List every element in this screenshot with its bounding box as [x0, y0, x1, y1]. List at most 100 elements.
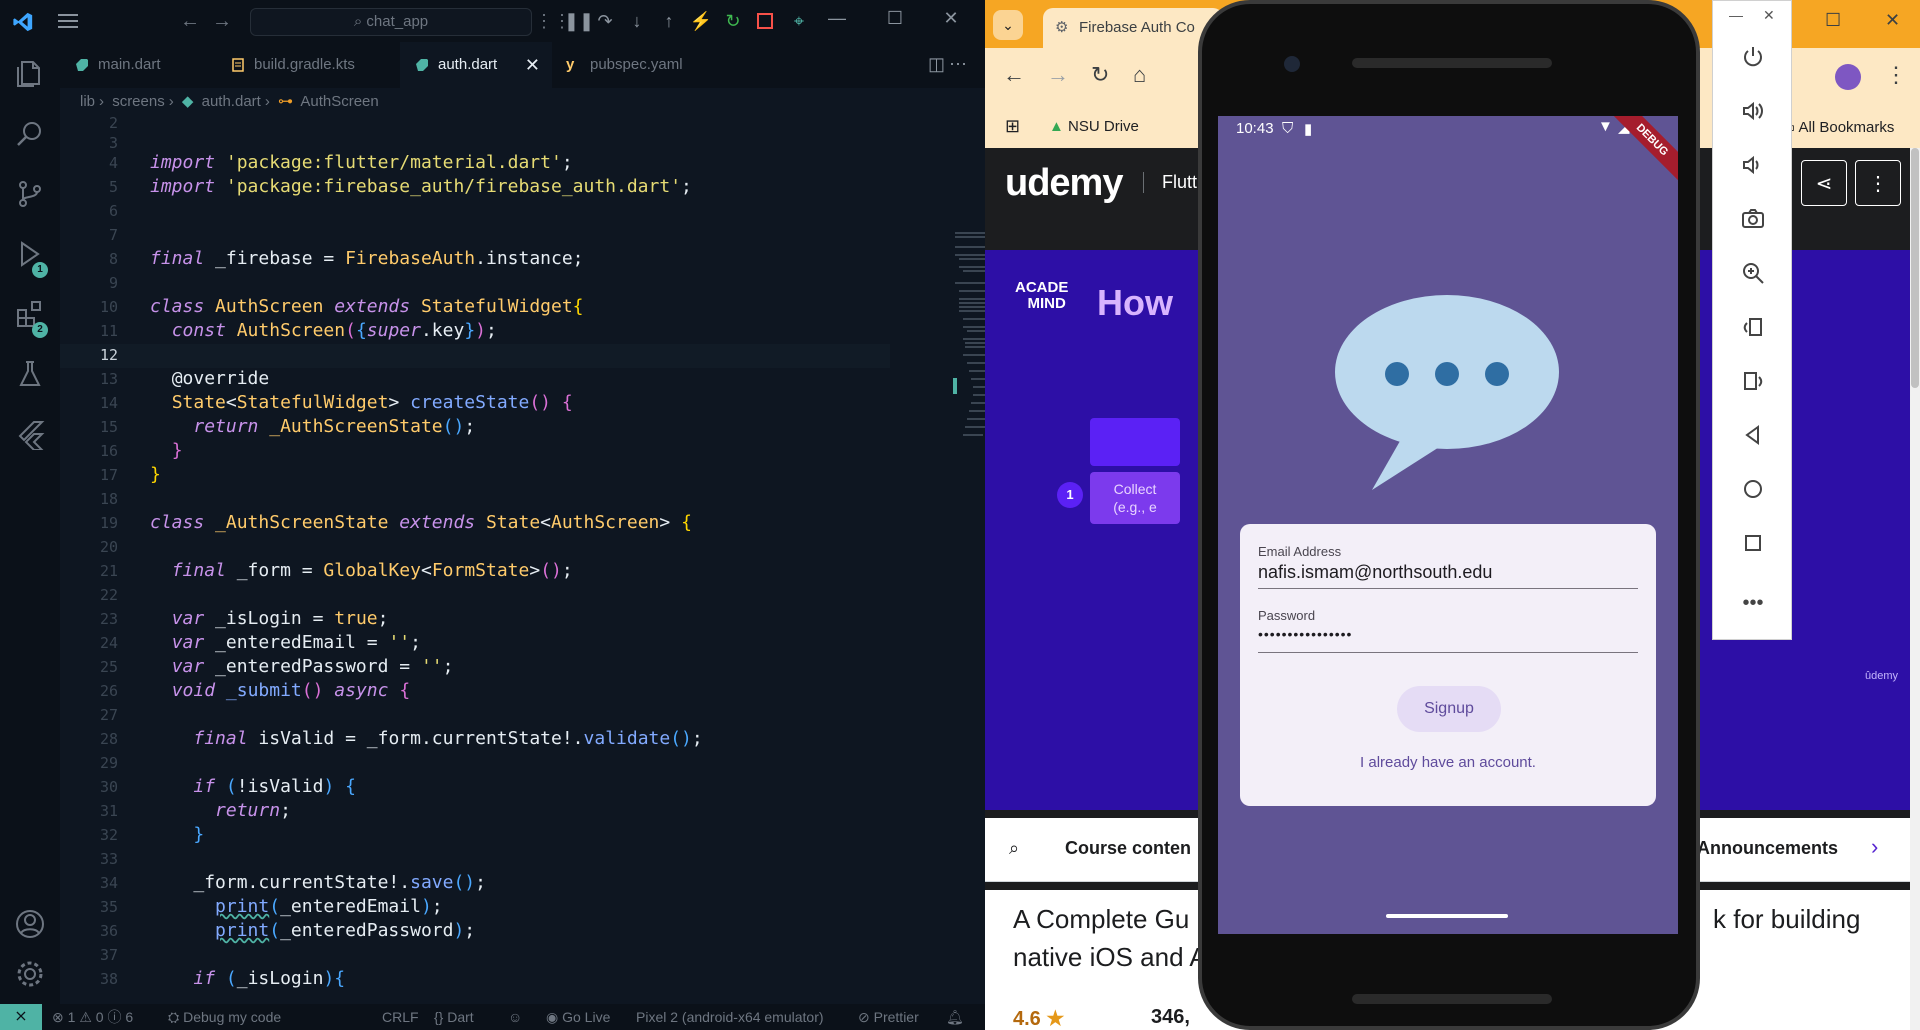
tab-auth-dart[interactable]: auth.dart ✕: [400, 42, 552, 88]
tab-main-dart[interactable]: main.dart: [60, 42, 216, 88]
browser-tab[interactable]: ⚙ Firebase Auth Co: [1043, 8, 1223, 48]
code-editor[interactable]: 2 3 4 import 'package:flutter/material.da…: [60, 112, 985, 1004]
browser-menu-icon[interactable]: ⋮: [1885, 62, 1907, 88]
breadcrumb-item[interactable]: lib: [80, 93, 95, 110]
overview-square-icon[interactable]: [1733, 525, 1773, 561]
chat-bubble-icon: [1335, 295, 1559, 490]
breadcrumb-item[interactable]: AuthScreen: [300, 93, 378, 110]
command-center-search[interactable]: ⌕ chat_app: [250, 8, 532, 36]
step-out-icon[interactable]: ↑: [658, 10, 680, 32]
hot-reload-icon[interactable]: ⚡: [690, 10, 712, 32]
email-field[interactable]: nafis.ismam@northsouth.edu: [1258, 562, 1492, 583]
udemy-watermark: ûdemy: [1865, 670, 1899, 682]
prettier-status[interactable]: ⊘ Prettier: [858, 1004, 919, 1030]
go-live-label: Go Live: [562, 1009, 611, 1025]
browser-maximize-icon[interactable]: ☐: [1825, 10, 1841, 31]
tab-search-dropdown-icon[interactable]: ⌄: [993, 10, 1023, 40]
device-status[interactable]: Pixel 2 (android-x64 emulator): [636, 1004, 824, 1030]
remote-indicator-icon[interactable]: ⨯: [0, 1004, 42, 1030]
email-field-label: Email Address: [1258, 544, 1342, 559]
share-icon[interactable]: ⋖: [1801, 160, 1847, 206]
more-options-icon[interactable]: •••: [1733, 585, 1773, 621]
switch-to-login-button[interactable]: I already have an account.: [1240, 754, 1656, 771]
restart-icon[interactable]: ↻: [722, 10, 744, 32]
udemy-logo[interactable]: udemy: [1005, 162, 1123, 205]
nav-back-icon[interactable]: ←: [180, 10, 200, 33]
password-field[interactable]: ••••••••••••••••: [1258, 626, 1352, 642]
rotate-right-icon[interactable]: [1733, 363, 1773, 399]
home-icon[interactable]: ⌂: [1133, 62, 1146, 88]
rotate-left-icon[interactable]: [1733, 309, 1773, 345]
drag-handle-icon[interactable]: ⋮⋮: [535, 10, 571, 32]
close-window-icon[interactable]: ✕: [936, 8, 966, 29]
browser-close-icon[interactable]: ✕: [1885, 10, 1900, 31]
line-number: 32: [99, 826, 118, 844]
apps-grid-icon[interactable]: ⊞: [1005, 116, 1020, 137]
language-status[interactable]: {} Dart: [434, 1004, 474, 1030]
line-number: 18: [99, 490, 118, 508]
eol-status[interactable]: CRLF: [382, 1004, 419, 1030]
error-icon: ⊗: [52, 1009, 64, 1025]
pause-icon[interactable]: ❚❚: [564, 10, 594, 32]
notifications-bell-icon[interactable]: 🔔︎: [946, 1004, 964, 1030]
breadcrumb-item[interactable]: screens: [112, 93, 165, 110]
dart-file-icon: ◆: [181, 93, 194, 110]
minimize-icon[interactable]: —: [822, 8, 852, 29]
phone-screen[interactable]: 10:43 ⛉ ▮ ▼ ◢ ▮ DEBUG Email Address nafi…: [1218, 116, 1678, 934]
zoom-icon[interactable]: [1733, 255, 1773, 291]
emulator-minimize-icon[interactable]: —: [1729, 7, 1743, 23]
testing-flask-icon[interactable]: [14, 358, 46, 390]
hamburger-menu-icon[interactable]: [58, 12, 78, 30]
stop-icon[interactable]: [754, 10, 776, 32]
screenshot-camera-icon[interactable]: [1733, 201, 1773, 237]
emulator-close-icon[interactable]: ✕: [1763, 7, 1775, 24]
breadcrumb-item[interactable]: auth.dart: [202, 93, 261, 110]
signup-button[interactable]: Signup: [1397, 686, 1501, 732]
more-options-icon[interactable]: ⋮: [1855, 160, 1901, 206]
tab-build-gradle[interactable]: build.gradle.kts: [216, 42, 400, 88]
scrollbar-thumb[interactable]: [1911, 148, 1919, 388]
flutter-icon[interactable]: [14, 418, 46, 450]
minimap[interactable]: [953, 228, 985, 528]
forward-icon[interactable]: →: [1047, 62, 1069, 88]
gesture-home-bar[interactable]: [1386, 914, 1508, 918]
page-scrollbar[interactable]: [1910, 148, 1920, 1030]
copilot-icon[interactable]: ☺: [508, 1004, 522, 1030]
line-number: 38: [99, 970, 118, 988]
profile-avatar[interactable]: [1835, 64, 1861, 90]
power-icon[interactable]: [1733, 39, 1773, 75]
line-number: 29: [99, 754, 118, 772]
tab-course-content[interactable]: Course conten: [1065, 838, 1191, 859]
source-control-icon[interactable]: [14, 178, 46, 210]
back-icon[interactable]: ←: [1003, 62, 1025, 88]
reload-icon[interactable]: ↻: [1091, 62, 1109, 88]
more-actions-icon[interactable]: ⋯: [949, 54, 967, 75]
back-triangle-icon[interactable]: [1733, 417, 1773, 453]
debug-launch-status[interactable]: ⛭ Debug my code: [168, 1004, 281, 1030]
home-circle-icon[interactable]: [1733, 471, 1773, 507]
search-icon[interactable]: ⌕: [1009, 838, 1019, 859]
tab-announcements[interactable]: Announcements: [1697, 838, 1838, 859]
nav-forward-icon[interactable]: →: [212, 10, 232, 33]
settings-gear-icon[interactable]: [14, 958, 46, 990]
chevron-right-icon[interactable]: ›: [1871, 834, 1878, 860]
explorer-icon[interactable]: [14, 58, 46, 90]
close-tab-icon[interactable]: ✕: [525, 42, 540, 88]
step-into-icon[interactable]: ↓: [626, 10, 648, 32]
account-icon[interactable]: [14, 908, 46, 940]
step-over-icon[interactable]: ↷: [594, 10, 616, 32]
tab-pubspec-yaml[interactable]: y pubspec.yaml: [552, 42, 722, 88]
line-number: 9: [108, 274, 118, 292]
problems-status[interactable]: ⊗ 1 ⚠ 0 ⓘ 6: [52, 1004, 133, 1030]
volume-up-icon[interactable]: [1733, 93, 1773, 129]
bookmark-nsu-drive[interactable]: ▲ NSU Drive: [1049, 118, 1139, 135]
inspect-widget-icon[interactable]: ⌖: [788, 10, 810, 32]
maximize-icon[interactable]: ☐: [880, 8, 910, 29]
search-icon[interactable]: [14, 118, 46, 150]
line-number: 5: [108, 178, 118, 196]
split-editor-icon[interactable]: ◫: [928, 54, 945, 75]
go-live-status[interactable]: ◉ Go Live: [546, 1004, 610, 1030]
all-bookmarks[interactable]: ▭ All Bookmarks: [1781, 118, 1894, 136]
volume-down-icon[interactable]: [1733, 147, 1773, 183]
video-collect-box: Collect (e.g., e: [1090, 472, 1180, 524]
